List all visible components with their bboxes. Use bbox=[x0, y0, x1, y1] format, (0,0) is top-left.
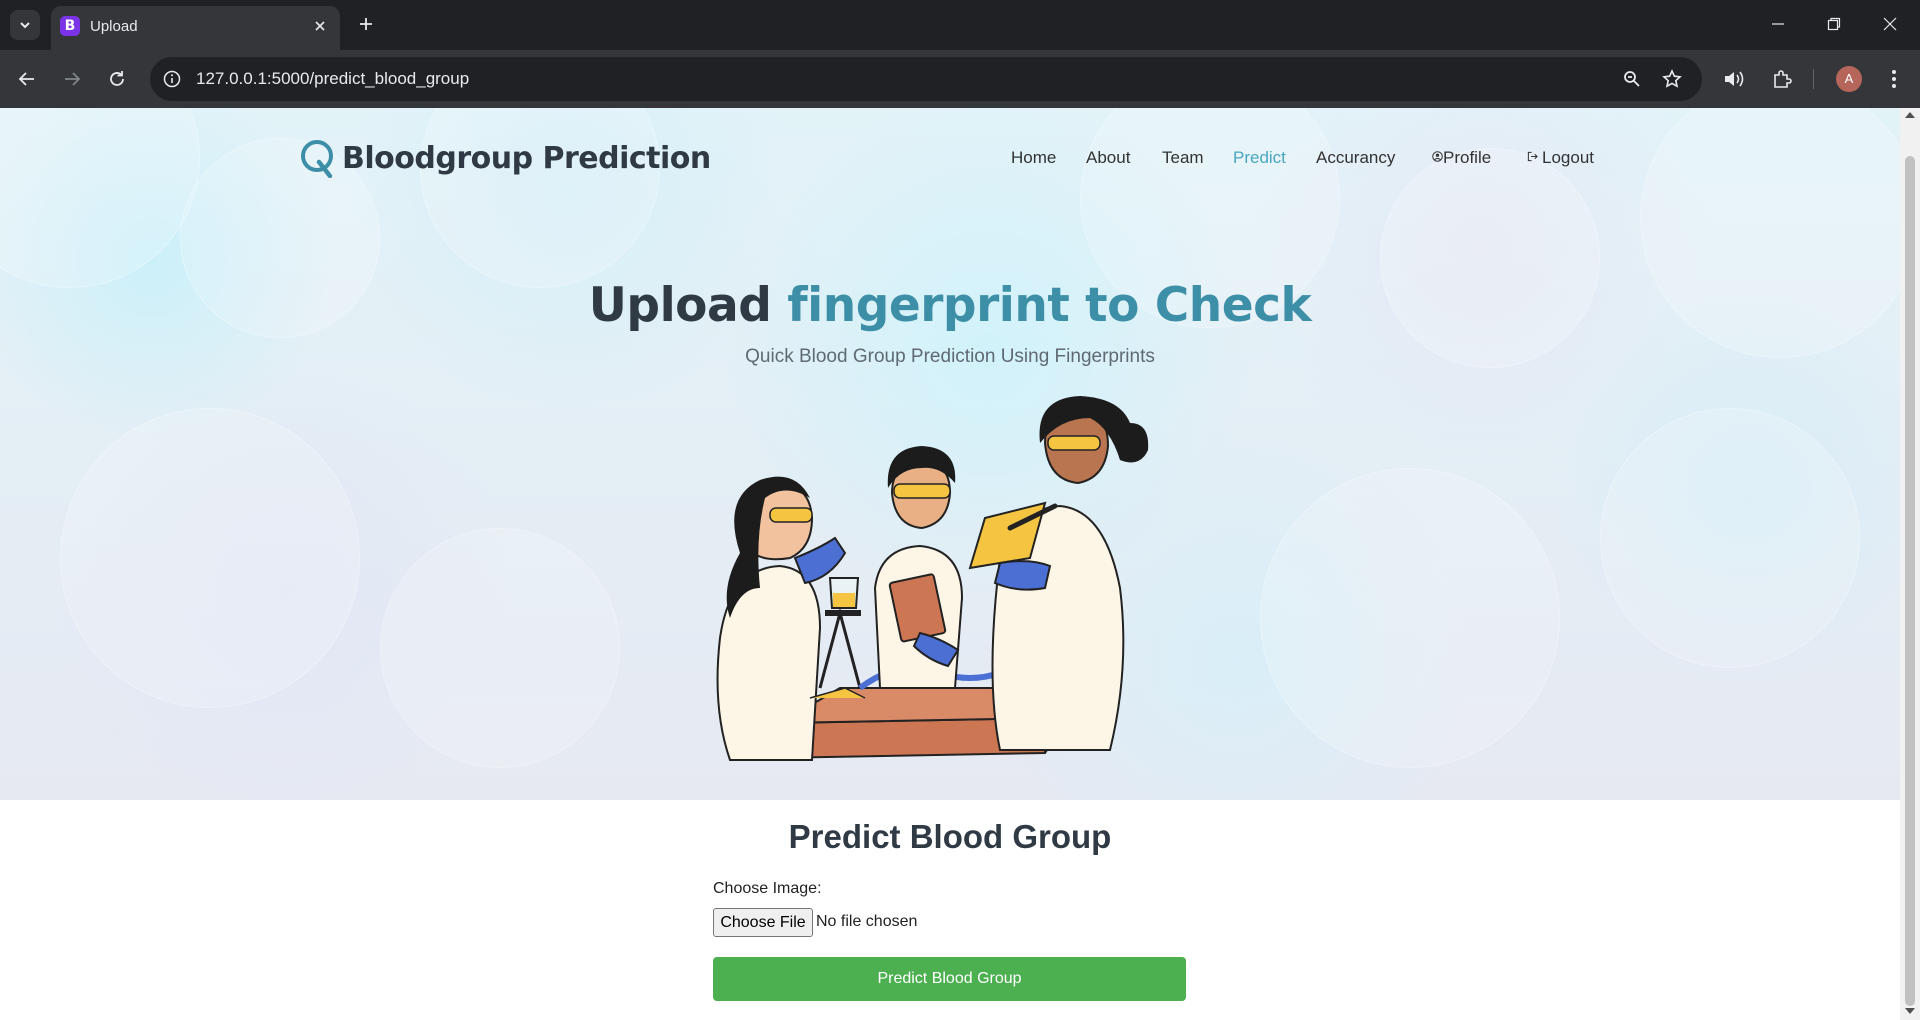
bg-bubble bbox=[380, 528, 620, 768]
zoom-icon bbox=[1624, 71, 1640, 87]
extensions-button[interactable] bbox=[1766, 63, 1798, 95]
bg-bubble bbox=[60, 408, 360, 708]
hero-section: Bloodgroup Prediction Home About Team Pr… bbox=[0, 108, 1900, 800]
glove-right bbox=[993, 560, 1052, 591]
beaker-liquid bbox=[833, 593, 855, 607]
hero-subtitle: Quick Blood Group Prediction Using Finge… bbox=[745, 346, 1155, 367]
nav-predict[interactable]: Predict bbox=[1233, 148, 1286, 168]
speaker-icon bbox=[1725, 71, 1744, 87]
arrow-left-icon bbox=[18, 72, 34, 86]
hero-title: Upload fingerprint to Check bbox=[0, 278, 1900, 333]
page-viewport: Bloodgroup Prediction Home About Team Pr… bbox=[0, 108, 1900, 1020]
reload-button[interactable] bbox=[101, 63, 133, 95]
reload-icon bbox=[110, 71, 124, 86]
nav-home[interactable]: Home bbox=[1011, 148, 1056, 168]
goggles-right bbox=[1047, 435, 1101, 451]
browser-tab[interactable]: B Upload bbox=[51, 6, 340, 50]
goggles-left bbox=[769, 507, 813, 523]
bg-bubble bbox=[1600, 408, 1860, 668]
logout-icon bbox=[1527, 151, 1538, 162]
scientists-illustration bbox=[716, 396, 1149, 761]
bunsen-stand bbox=[818, 607, 862, 689]
goggles-middle bbox=[893, 483, 951, 499]
file-status: No file chosen bbox=[816, 913, 918, 930]
nav-team[interactable]: Team bbox=[1162, 148, 1204, 168]
browser-menu-button[interactable] bbox=[1878, 63, 1910, 95]
star-icon bbox=[1662, 69, 1682, 88]
tab-search-button[interactable] bbox=[10, 10, 40, 40]
nav-accuracy[interactable]: Accurancy bbox=[1316, 148, 1395, 168]
close-icon bbox=[1883, 17, 1897, 31]
nav-logout-label: Logout bbox=[1542, 148, 1594, 167]
more-vert-icon bbox=[1892, 70, 1896, 88]
choose-file-button[interactable]: Choose File bbox=[713, 908, 813, 937]
nav-profile-label: Profile bbox=[1443, 148, 1492, 167]
tab-title: Upload bbox=[90, 18, 138, 35]
logo-ring bbox=[301, 140, 333, 172]
tab-close-button[interactable] bbox=[308, 14, 332, 38]
user-circle-icon bbox=[1432, 151, 1443, 162]
bg-bubble bbox=[1380, 148, 1600, 368]
scroll-thumb[interactable] bbox=[1905, 156, 1915, 1006]
toolbar-divider bbox=[1813, 69, 1814, 89]
bookmark-button[interactable] bbox=[1658, 65, 1686, 93]
favicon-icon: B bbox=[60, 16, 80, 36]
plus-icon bbox=[360, 18, 372, 30]
chevron-down-icon bbox=[20, 22, 30, 29]
new-tab-button[interactable] bbox=[352, 10, 380, 38]
nav-logout[interactable]: Logout bbox=[1527, 148, 1594, 168]
browser-toolbar: 127.0.0.1:5000/predict_blood_group A bbox=[0, 50, 1920, 108]
page-scrollbar[interactable] bbox=[1900, 108, 1920, 1020]
choose-image-label: Choose Image: bbox=[713, 880, 822, 897]
nav-profile[interactable]: Profile bbox=[1432, 148, 1491, 168]
forward-button[interactable] bbox=[56, 63, 88, 95]
back-button[interactable] bbox=[11, 63, 43, 95]
browser-tabstrip: B Upload bbox=[0, 0, 1920, 50]
site-info-button[interactable] bbox=[158, 65, 186, 93]
brand-logo-icon bbox=[301, 140, 333, 178]
hero-title-plain: Upload bbox=[588, 278, 772, 333]
url-text: 127.0.0.1:5000/predict_blood_group bbox=[196, 69, 470, 88]
minimize-icon bbox=[1772, 23, 1784, 25]
hero-title-accent: fingerprint to Check bbox=[787, 278, 1312, 333]
minimize-button[interactable] bbox=[1750, 0, 1806, 48]
predict-button[interactable]: Predict Blood Group bbox=[713, 957, 1186, 1001]
close-icon bbox=[315, 21, 325, 31]
bg-bubble bbox=[420, 108, 660, 288]
stand-plate bbox=[825, 610, 861, 616]
restore-button[interactable] bbox=[1806, 0, 1862, 48]
info-icon bbox=[163, 70, 181, 88]
arrow-right-icon bbox=[65, 72, 81, 86]
address-bar[interactable]: 127.0.0.1:5000/predict_blood_group bbox=[150, 57, 1702, 101]
form-title: Predict Blood Group bbox=[788, 818, 1112, 855]
puzzle-icon bbox=[1774, 70, 1792, 88]
close-window-button[interactable] bbox=[1862, 0, 1918, 48]
brand-name: Bloodgroup Prediction bbox=[342, 140, 711, 176]
profile-avatar[interactable]: A bbox=[1836, 66, 1862, 92]
scroll-up-icon[interactable] bbox=[1905, 112, 1915, 118]
media-control-button[interactable] bbox=[1718, 63, 1750, 95]
bg-bubble bbox=[0, 108, 200, 288]
bg-bubble bbox=[1260, 468, 1560, 768]
site-logo[interactable]: Bloodgroup Prediction bbox=[300, 138, 711, 178]
zoom-button[interactable] bbox=[1618, 65, 1646, 93]
nav-about[interactable]: About bbox=[1086, 148, 1130, 168]
restore-icon bbox=[1827, 17, 1841, 31]
scroll-down-icon[interactable] bbox=[1905, 1008, 1915, 1014]
